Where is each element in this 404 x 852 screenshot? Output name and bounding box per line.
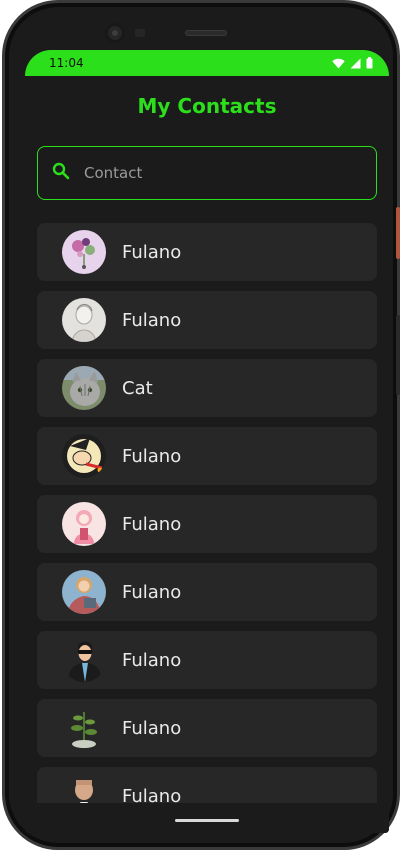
home-gesture-handle[interactable] [175, 819, 239, 822]
earpiece-speaker [185, 30, 227, 36]
search-icon [52, 162, 84, 184]
contact-item[interactable]: Fulano [37, 223, 377, 281]
volume-button [396, 315, 400, 395]
contact-name: Fulano [122, 785, 182, 804]
contact-item[interactable]: Fulano [37, 495, 377, 553]
page-title: My Contacts [137, 94, 277, 118]
woman-cartoon-avatar [62, 570, 106, 614]
proximity-sensor [135, 29, 145, 37]
contact-item[interactable]: Fulano [37, 291, 377, 349]
contact-name: Fulano [122, 445, 182, 467]
contact-name: Fulano [122, 649, 182, 671]
man-avatar [62, 774, 106, 803]
contact-name: Fulano [122, 241, 182, 263]
witch-avatar [62, 434, 106, 478]
sketch-avatar [62, 298, 106, 342]
contact-name: Fulano [122, 309, 182, 331]
contact-name: Cat [122, 377, 153, 399]
contact-name: Fulano [122, 513, 182, 535]
phone-frame: 11:04 My Contacts Contact Fulano Fulano … [2, 0, 400, 850]
man-sunglasses-avatar [62, 638, 106, 682]
screen: 11:04 My Contacts Contact Fulano Fulano … [25, 50, 389, 833]
pink-cartoon-avatar [62, 502, 106, 546]
navigation-bar [25, 803, 389, 833]
plant-avatar [62, 706, 106, 750]
status-icons [332, 57, 373, 69]
signal-icon [350, 58, 361, 69]
front-camera [105, 23, 125, 43]
search-box[interactable] [37, 146, 377, 200]
contact-item[interactable]: Cat [37, 359, 377, 417]
power-button [396, 207, 400, 259]
wifi-icon [332, 58, 345, 69]
contact-name: Fulano [122, 717, 182, 739]
search-input[interactable] [84, 164, 324, 182]
contact-name: Fulano [122, 581, 182, 603]
contact-item[interactable]: Fulano [37, 427, 377, 485]
cat-avatar [62, 366, 106, 410]
status-time: 11:04 [49, 56, 84, 70]
contact-item[interactable]: Fulano [37, 699, 377, 757]
contact-item[interactable]: Fulano [37, 767, 377, 803]
contact-item[interactable]: Fulano [37, 563, 377, 621]
flowers-avatar [62, 230, 106, 274]
status-bar: 11:04 [25, 50, 389, 76]
contact-list[interactable]: Fulano Fulano Cat Fulano Fulano Fulano F… [37, 223, 377, 803]
battery-icon [366, 57, 373, 69]
contact-item[interactable]: Fulano [37, 631, 377, 689]
